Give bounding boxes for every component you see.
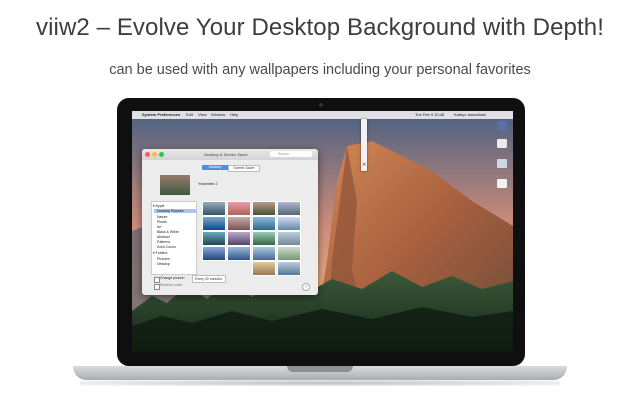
wallpaper-thumbnail[interactable]	[227, 216, 251, 231]
change-picture-select[interactable]: Every 30 minutes	[192, 275, 226, 283]
menu-view[interactable]: View	[198, 111, 207, 119]
window-titlebar: Desktop & Screen Saver Search	[142, 149, 318, 160]
sidebar-item-patterns[interactable]: Patterns	[157, 240, 170, 244]
laptop-notch	[287, 366, 353, 372]
sidebar-item-desktop-pictures[interactable]: Desktop Pictures	[154, 209, 197, 213]
window-title: Desktop & Screen Saver	[204, 152, 248, 157]
tab-screen-saver[interactable]: Screen Saver	[228, 165, 260, 172]
desktop-file-icon[interactable]	[497, 139, 507, 148]
wallpaper-thumbnail[interactable]	[277, 216, 301, 231]
menu-window[interactable]: Window	[211, 111, 225, 119]
menu-edit[interactable]: Edit	[186, 111, 193, 119]
wallpaper-thumbnail[interactable]	[252, 246, 276, 261]
current-picture-name: Yosemite 2	[198, 181, 218, 186]
wallpaper-thumbnail[interactable]	[252, 216, 276, 231]
close-icon[interactable]: ✕	[362, 163, 366, 168]
wallpaper-thumbnail[interactable]	[227, 231, 251, 246]
laptop-shadow	[80, 380, 560, 386]
laptop-screen: System Preferences Edit View Window Help…	[132, 111, 513, 352]
wallpaper-thumbnail[interactable]	[202, 201, 226, 216]
wallpaper-thumbnail[interactable]	[202, 216, 226, 231]
wallpaper-thumbnail[interactable]	[252, 231, 276, 246]
sidebar-item-abstract[interactable]: Abstract	[157, 235, 170, 239]
sidebar-item-art[interactable]: Art	[157, 225, 161, 229]
close-window-button[interactable]	[145, 152, 150, 157]
random-order-label: Random order	[160, 283, 183, 287]
wallpaper-thumbnail-grid	[200, 201, 304, 276]
menubar-user[interactable]: Kateyo Iamadhani	[454, 111, 486, 119]
menu-bar: System Preferences Edit View Window Help…	[132, 111, 513, 119]
wallpaper-thumbnail[interactable]	[277, 246, 301, 261]
viiw2-popover[interactable]: ✕	[361, 119, 367, 171]
change-picture-label: Change picture:	[160, 276, 185, 280]
sidebar-item-pictures[interactable]: Pictures	[157, 257, 170, 261]
sidebar-item-desktop[interactable]: Desktop	[157, 262, 170, 266]
current-wallpaper-preview	[160, 175, 190, 195]
wallpaper-thumbnail[interactable]	[227, 201, 251, 216]
desktop-icons	[491, 119, 513, 209]
wallpaper-thumbnail[interactable]	[252, 201, 276, 216]
desktop-file-icon[interactable]	[497, 179, 507, 188]
sidebar-item-solid-colors[interactable]: Solid Colors	[157, 245, 176, 249]
laptop-illustration: System Preferences Edit View Window Help…	[0, 0, 640, 400]
wallpaper-thumbnail[interactable]	[277, 231, 301, 246]
wallpaper-thumbnail[interactable]	[227, 246, 251, 261]
wallpaper-thumbnail[interactable]	[202, 246, 226, 261]
desktop-screensaver-window: Desktop & Screen Saver Search Desktop Sc…	[142, 149, 318, 295]
menu-app-name[interactable]: System Preferences	[142, 111, 180, 119]
zoom-window-button[interactable]	[159, 152, 164, 157]
desktop-file-icon[interactable]	[497, 121, 507, 130]
sidebar-section-folders[interactable]: ▾ Folders	[153, 251, 167, 255]
picture-source-list: ▾ Apple Desktop Pictures Nature Plants A…	[151, 201, 197, 275]
help-button[interactable]: ?	[302, 283, 310, 291]
sidebar-item-nature[interactable]: Nature	[157, 215, 168, 219]
menu-help[interactable]: Help	[230, 111, 238, 119]
sidebar-item-black-white[interactable]: Black & White	[157, 230, 179, 234]
camera-icon	[319, 103, 323, 107]
wallpaper-thumbnail[interactable]	[277, 261, 301, 276]
menubar-clock[interactable]: Tue Feb 9 10:48	[415, 111, 444, 119]
tab-desktop[interactable]: Desktop	[202, 165, 228, 170]
sidebar-section-apple[interactable]: ▾ Apple	[153, 204, 165, 208]
sidebar-item-plants[interactable]: Plants	[157, 220, 167, 224]
desktop-file-icon[interactable]	[497, 159, 507, 168]
wallpaper-thumbnail[interactable]	[202, 231, 226, 246]
search-input[interactable]: Search	[270, 151, 312, 157]
minimize-window-button[interactable]	[152, 152, 157, 157]
wallpaper-thumbnail[interactable]	[277, 201, 301, 216]
wallpaper-thumbnail[interactable]	[252, 261, 276, 276]
